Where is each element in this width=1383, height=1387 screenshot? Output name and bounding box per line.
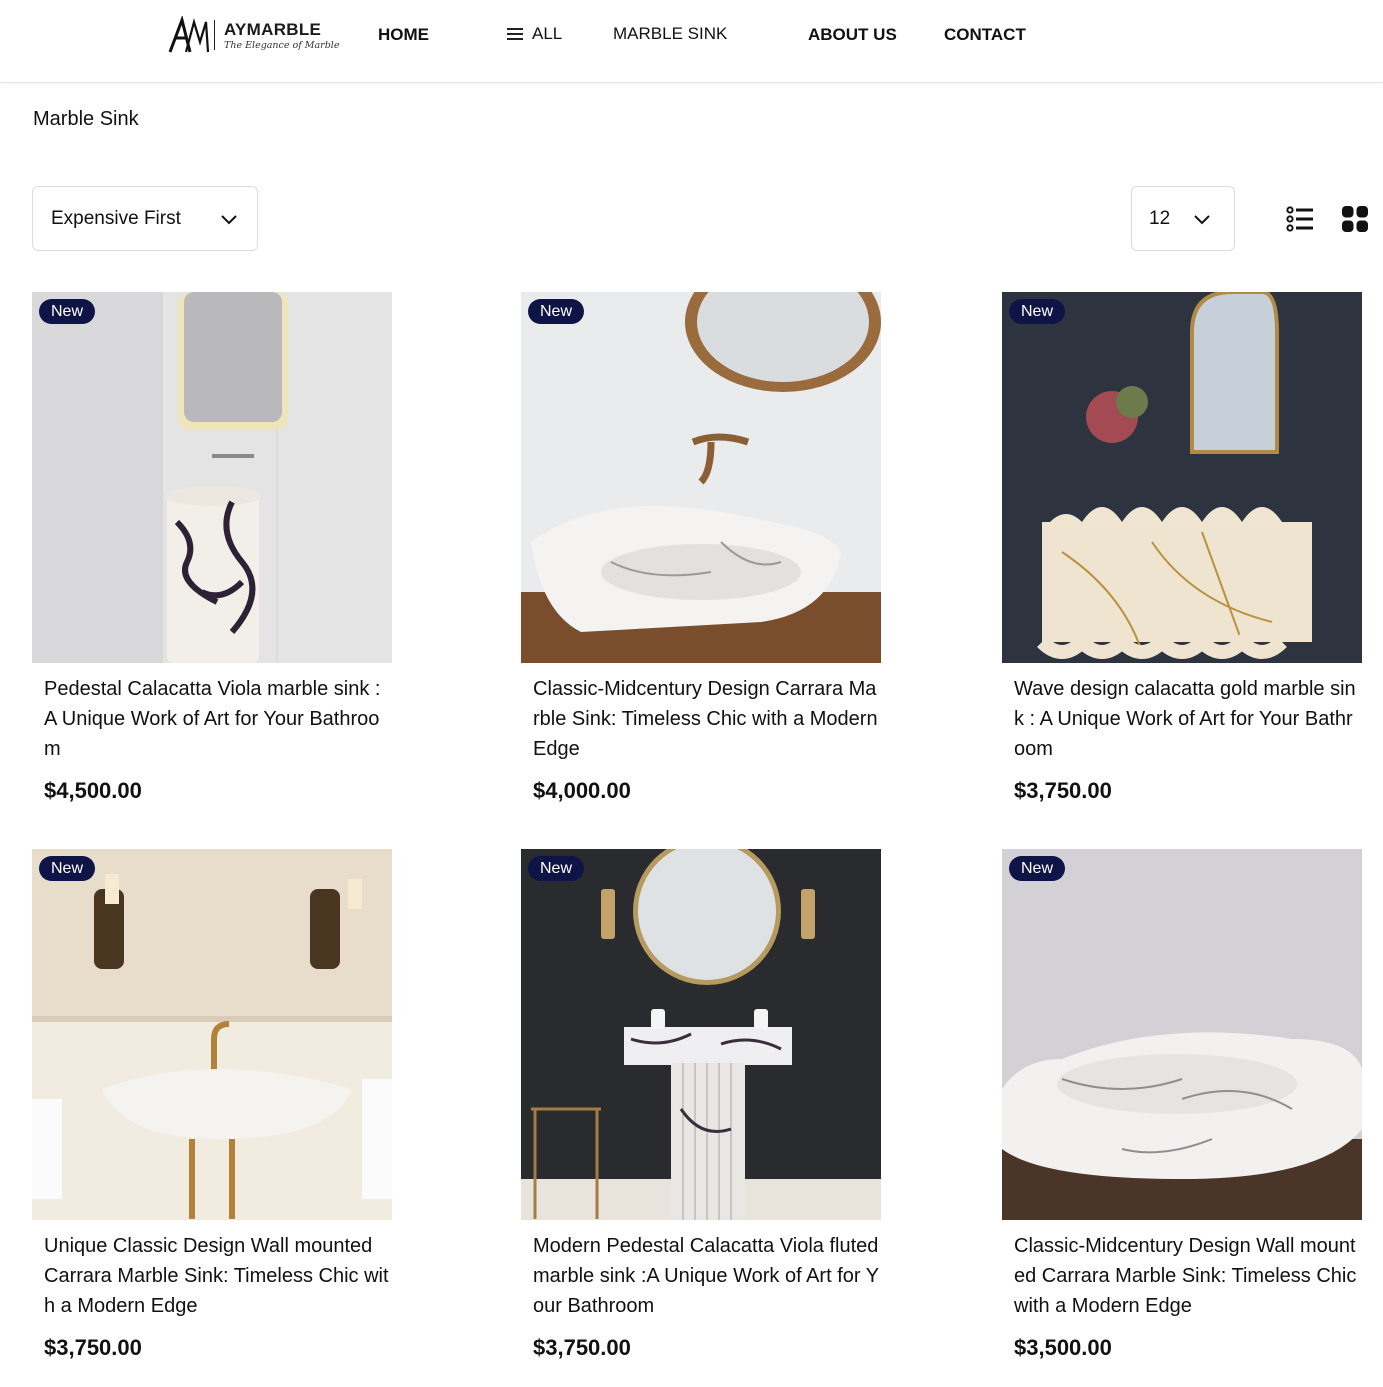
product-title[interactable]: Pedestal Calacatta Viola marble sink :A … [44,674,392,764]
logo-name: AYMARBLE [224,20,322,39]
product-card[interactable]: New Classic-Midcentury Design Carrara Ma… [521,292,883,812]
sort-select[interactable]: Expensive First [32,186,258,251]
nav-home[interactable]: HOME [378,25,429,45]
product-image[interactable] [1002,849,1362,1220]
product-price: $3,750.00 [1014,778,1112,803]
product-image[interactable] [32,292,392,663]
product-title[interactable]: Unique Classic Design Wall mounted Carra… [44,1231,392,1321]
sort-selected-value: Expensive First [51,207,181,229]
new-badge: New [1009,299,1066,324]
site-logo[interactable]: AYMARBLE The Elegance of Marble [168,14,339,58]
new-badge: New [1009,856,1066,881]
logo-tagline: The Elegance of Marble [224,40,340,51]
nav-all-label: ALL [532,24,563,43]
product-image[interactable] [521,292,881,663]
new-badge: New [39,856,96,881]
chevron-down-icon [1194,215,1210,225]
logo-divider [214,20,215,50]
page-title: Marble Sink [33,108,139,130]
product-title[interactable]: Modern Pedestal Calacatta Viola fluted m… [533,1231,881,1321]
product-title[interactable]: Classic-Midcentury Design Wall mounted C… [1014,1231,1362,1321]
product-image[interactable] [1002,292,1362,663]
product-title[interactable]: Classic-Midcentury Design Carrara Marble… [533,674,881,764]
hamburger-menu-icon [507,28,523,40]
per-page-selected-value: 12 [1149,207,1171,229]
list-view-icon[interactable] [1286,205,1314,233]
product-card[interactable]: New Wave design calacatta gold marble si… [1002,292,1364,812]
new-badge: New [528,856,585,881]
chevron-down-icon [221,215,237,225]
product-card[interactable]: New Unique Classic Design Wall mounted C… [32,849,394,1369]
product-price: $4,000.00 [533,778,631,803]
product-image[interactable] [521,849,881,1220]
product-price: $3,500.00 [1014,1335,1112,1360]
nav-about-us[interactable]: ABOUT US [808,25,897,45]
new-badge: New [528,299,585,324]
nav-marble-sink[interactable]: MARBLE SINK [613,24,727,44]
product-price: $3,750.00 [533,1335,631,1360]
nav-all[interactable]: ALL [507,24,562,44]
new-badge: New [39,299,96,324]
nav-contact[interactable]: CONTACT [944,25,1026,45]
grid-view-icon[interactable] [1341,205,1369,233]
product-price: $3,750.00 [44,1335,142,1360]
product-card[interactable]: New Pedestal Calacatta Viola marble sink… [32,292,394,812]
product-card[interactable]: New Classic-Midcentury Design Wall mount… [1002,849,1364,1369]
per-page-select[interactable]: 12 [1131,186,1235,251]
product-price: $4,500.00 [44,778,142,803]
site-header: AYMARBLE The Elegance of Marble HOME ALL… [0,0,1383,83]
product-title[interactable]: Wave design calacatta gold marble sink :… [1014,674,1362,764]
product-card[interactable]: New Modern Pedestal Calacatta Viola flut… [521,849,883,1369]
logo-monogram-icon [168,16,210,53]
product-image[interactable] [32,849,392,1220]
